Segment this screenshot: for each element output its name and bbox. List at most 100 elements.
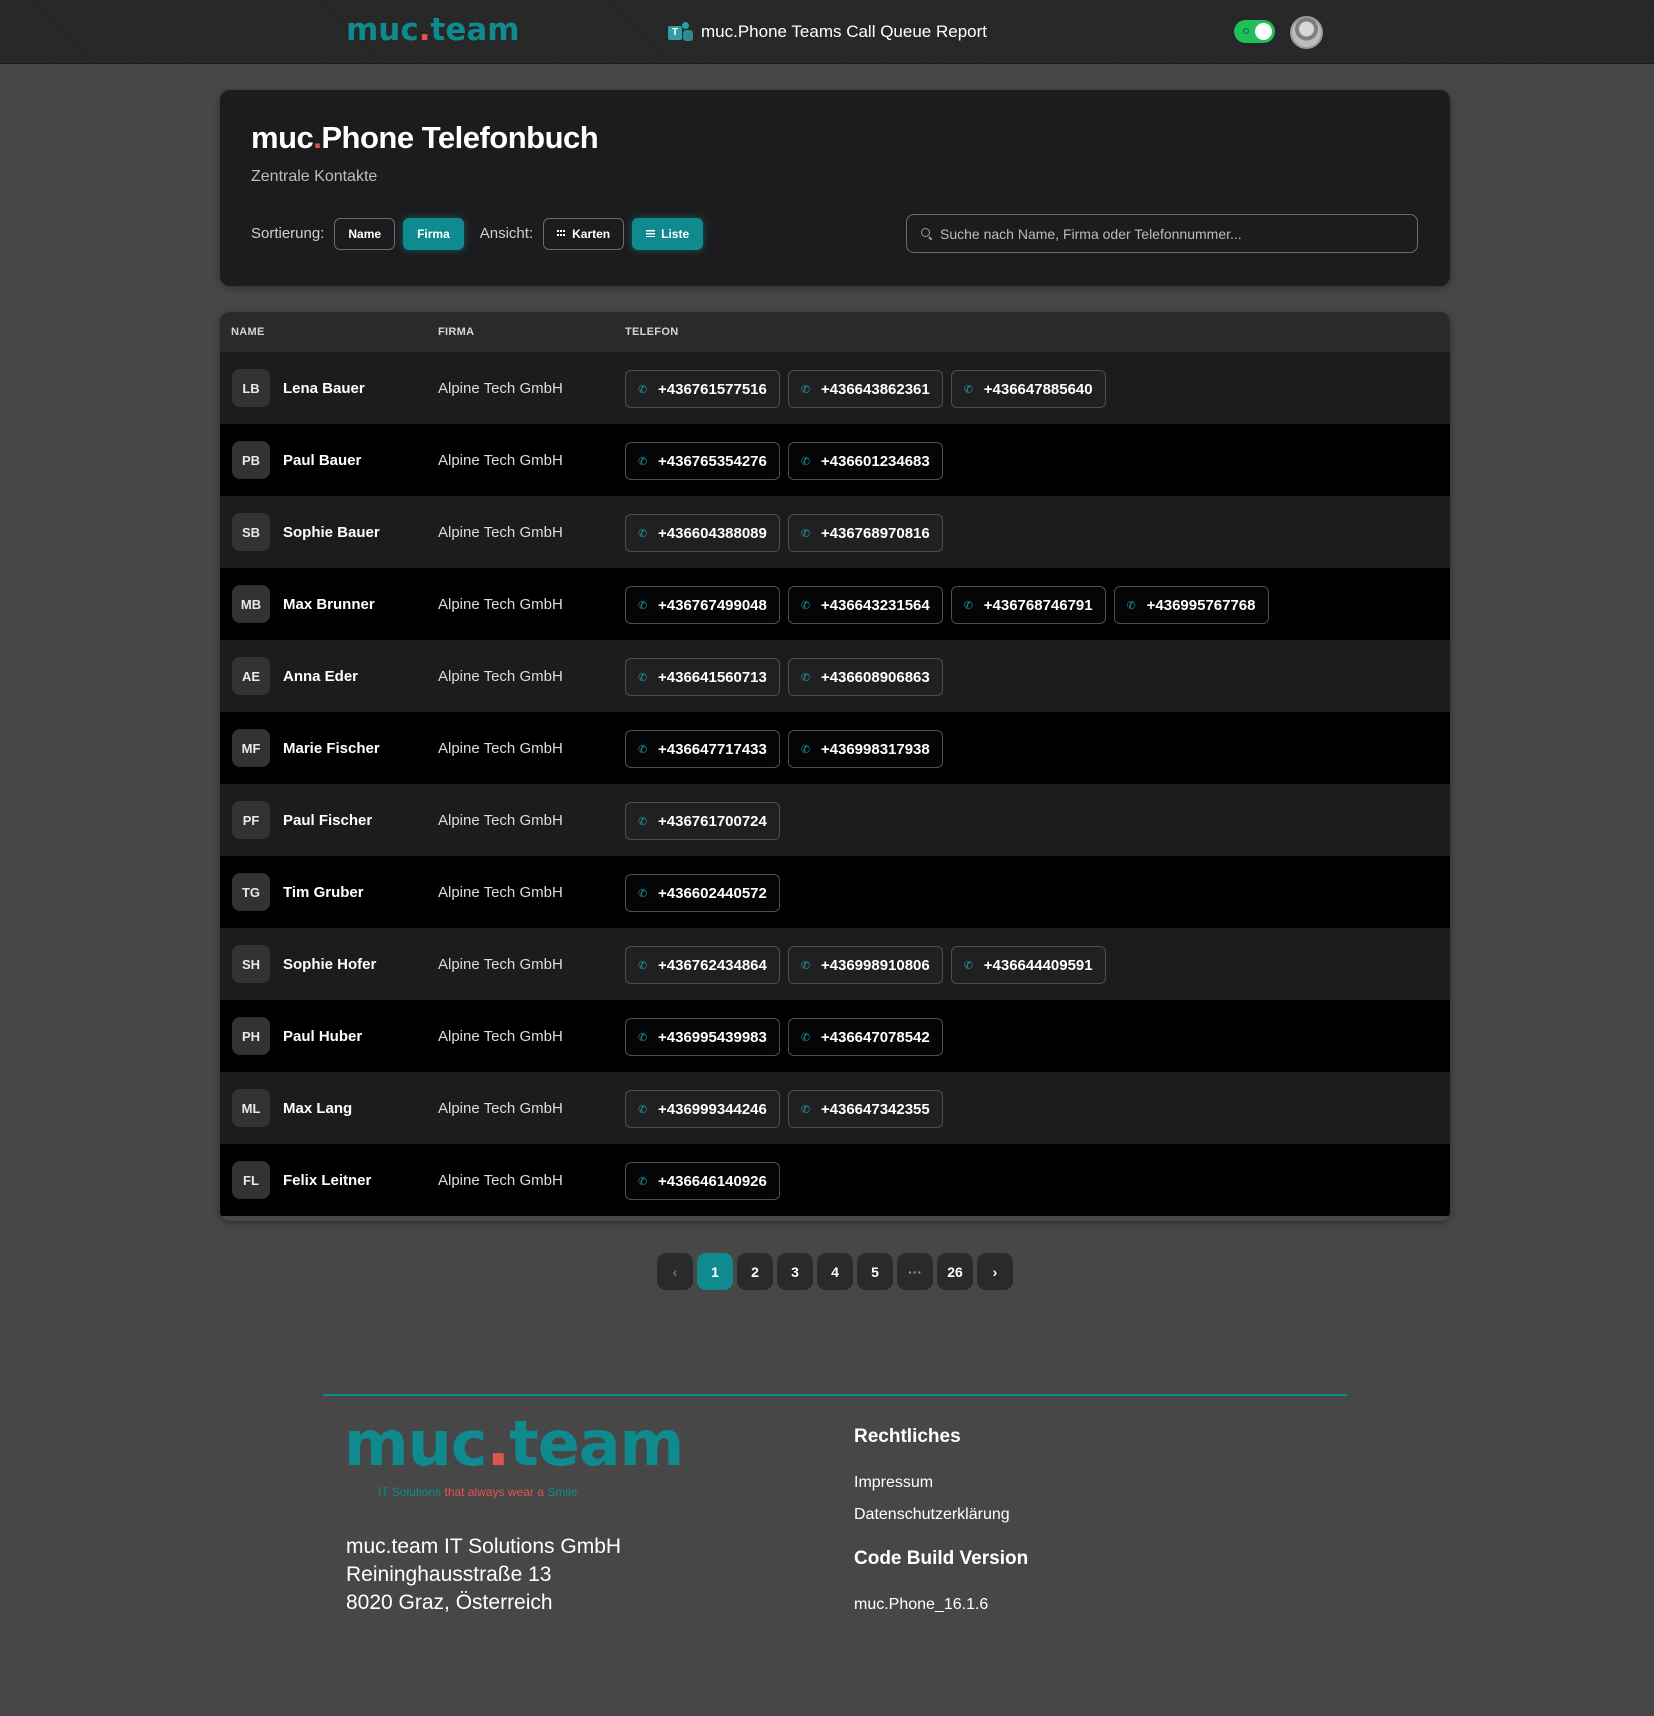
pagination-page-button[interactable]: 2 [737,1253,773,1290]
impressum-link[interactable]: Impressum [854,1474,1028,1492]
phone-number: +436608906863 [820,668,930,686]
phone-call-button[interactable]: ✆ +436643862361 [787,370,943,408]
pagination-next-button[interactable]: › [977,1253,1013,1290]
pagination-page-button[interactable]: 1 [697,1253,733,1290]
report-link[interactable]: T muc.Phone Teams Call Queue Report [668,20,987,44]
table-row[interactable]: AE Anna Eder Alpine Tech GmbH ✆ +43664156071… [220,640,1450,712]
pagination-page-button[interactable]: 5 [857,1253,893,1290]
phone-number: +436643862361 [820,380,930,398]
legal-heading: Rechtliches [854,1426,961,1447]
brand-text-team: team [430,12,520,48]
phone-call-button[interactable]: ✆ +436761700724 [625,802,780,840]
table-row[interactable]: ML Max Lang Alpine Tech GmbH ✆ +436999344246… [220,1072,1450,1144]
contact-name: Paul Huber [283,1028,363,1045]
table-row[interactable]: SH Sophie Hofer Alpine Tech GmbH ✆ +43676243… [220,928,1450,1000]
build-version: muc.Phone_16.1.6 [854,1596,989,1613]
phone-call-button[interactable]: ✆ +436767499048 [625,586,780,624]
phone-icon: ✆ [800,383,811,396]
phone-call-button[interactable]: ✆ +436761577516 [625,370,780,408]
table-row[interactable]: PB Paul Bauer Alpine Tech GmbH ✆ +4367653542… [220,424,1450,496]
column-header-company[interactable]: FIRMA [438,326,474,338]
phone-call-button[interactable]: ✆ +436998910806 [787,946,943,984]
phone-number: +436602440572 [658,884,767,902]
phone-call-button[interactable]: ✆ +436995767768 [1113,586,1269,624]
phone-call-button[interactable]: ✆ +436768746791 [950,586,1106,624]
phone-icon: ✆ [638,743,648,756]
pagination-ellipsis: ··· [897,1253,933,1290]
phone-call-button[interactable]: ✆ +436999344246 [625,1090,780,1128]
contact-company: Alpine Tech GmbH [438,668,563,685]
phone-number: +436641560713 [658,668,767,686]
phone-number: +436761700724 [658,812,767,830]
phone-icon: ✆ [963,383,973,396]
phone-call-button[interactable]: ✆ +436643231564 [787,586,943,624]
table-row[interactable]: MB Max Brunner Alpine Tech GmbH ✆ +436767499… [220,568,1450,640]
footer-logo-dot: . [486,1407,511,1480]
contact-initials-avatar: PH [232,1017,270,1055]
table-row[interactable]: LB Lena Bauer Alpine Tech GmbH ✆ +4367615775… [220,352,1450,424]
phone-call-button[interactable]: ✆ +436998317938 [787,730,943,768]
sort-company-button[interactable]: Firma [403,217,464,250]
phone-call-button[interactable]: ✆ +436647078542 [787,1018,943,1056]
phone-call-button[interactable]: ✆ +436762434864 [625,946,780,984]
pagination-page-button[interactable]: 26 [937,1253,973,1290]
phone-call-button[interactable]: ✆ +436608906863 [787,658,943,696]
privacy-link[interactable]: Datenschutzerklärung [854,1506,1028,1524]
theme-toggle[interactable] [1234,20,1275,43]
phone-number: +436999344246 [658,1100,767,1118]
table-row[interactable]: PH Paul Huber Alpine Tech GmbH ✆ +4369954399… [220,1000,1450,1072]
top-bar: muc.team T muc.Phone Teams Call Queue Re… [0,0,1654,64]
phone-call-button[interactable]: ✆ +436647717433 [625,730,780,768]
contact-name: Max Brunner [283,596,375,613]
table-row[interactable]: MF Marie Fischer Alpine Tech GmbH ✆ +4366477… [220,712,1450,784]
phone-call-button[interactable]: ✆ +436647885640 [950,370,1106,408]
user-avatar[interactable] [1290,16,1323,49]
phone-icon: ✆ [638,599,648,612]
phone-icon: ✆ [800,959,811,972]
contact-company: Alpine Tech GmbH [438,380,563,397]
phone-call-button[interactable]: ✆ +436641560713 [625,658,780,696]
contact-initials-avatar: FL [232,1161,270,1199]
contact-initials-avatar: SH [232,945,270,983]
phone-call-button[interactable]: ✆ +436647342355 [787,1090,943,1128]
sort-name-button[interactable]: Name [334,217,396,250]
contact-name: Felix Leitner [283,1172,372,1189]
contact-phones: ✆ +436999344246 ✆ +436647342355 [625,1090,943,1128]
column-header-phone[interactable]: TELEFON [625,326,678,338]
contact-phones: ✆ +436765354276 ✆ +436601234683 [625,442,943,480]
pagination-prev-button[interactable]: ‹ [657,1253,693,1290]
table-row[interactable]: TG Tim Gruber Alpine Tech GmbH ✆ +4366024405… [220,856,1450,928]
phone-icon: ✆ [963,959,973,972]
phone-call-button[interactable]: ✆ +436995439983 [625,1018,780,1056]
phone-number: +436601234683 [820,452,930,470]
phone-call-button[interactable]: ✆ +436602440572 [625,874,780,912]
footer-logo: muc.team [344,1407,684,1480]
table-row[interactable]: PF Paul Fischer Alpine Tech GmbH ✆ +43676170… [220,784,1450,856]
phone-icon: ✆ [1126,599,1136,612]
contacts-table: NAME FIRMA TELEFON LB Lena Bauer Alpine Te… [220,312,1450,1221]
phone-number: +436995439983 [658,1028,767,1046]
search-box[interactable] [906,214,1418,253]
brand-logo[interactable]: muc.team [346,12,520,48]
phone-call-button[interactable]: ✆ +436646140926 [625,1162,780,1200]
phone-call-button[interactable]: ✆ +436768970816 [787,514,943,552]
view-list-button[interactable]: Liste [632,217,704,250]
contact-company: Alpine Tech GmbH [438,452,563,469]
title-text: Phone Telefonbuch [321,120,599,155]
column-header-name[interactable]: NAME [231,326,265,338]
table-row[interactable]: FL Felix Leitner Alpine Tech GmbH ✆ +4366461… [220,1144,1450,1216]
phone-call-button[interactable]: ✆ +436604388089 [625,514,780,552]
phone-number: +436646140926 [658,1172,767,1190]
table-row[interactable]: SB Sophie Bauer Alpine Tech GmbH ✆ +43660438… [220,496,1450,568]
phone-number: +436647717433 [658,740,767,758]
phone-call-button[interactable]: ✆ +436601234683 [787,442,943,480]
pagination-page-button[interactable]: 4 [817,1253,853,1290]
pagination-page-button[interactable]: 3 [777,1253,813,1290]
phone-icon: ✆ [800,455,811,468]
teams-icon-letter: T [668,26,682,40]
phone-call-button[interactable]: ✆ +436765354276 [625,442,780,480]
search-input[interactable] [940,225,1417,242]
view-cards-button[interactable]: Karten [543,217,625,250]
phone-icon: ✆ [638,959,648,972]
phone-call-button[interactable]: ✆ +436644409591 [950,946,1106,984]
